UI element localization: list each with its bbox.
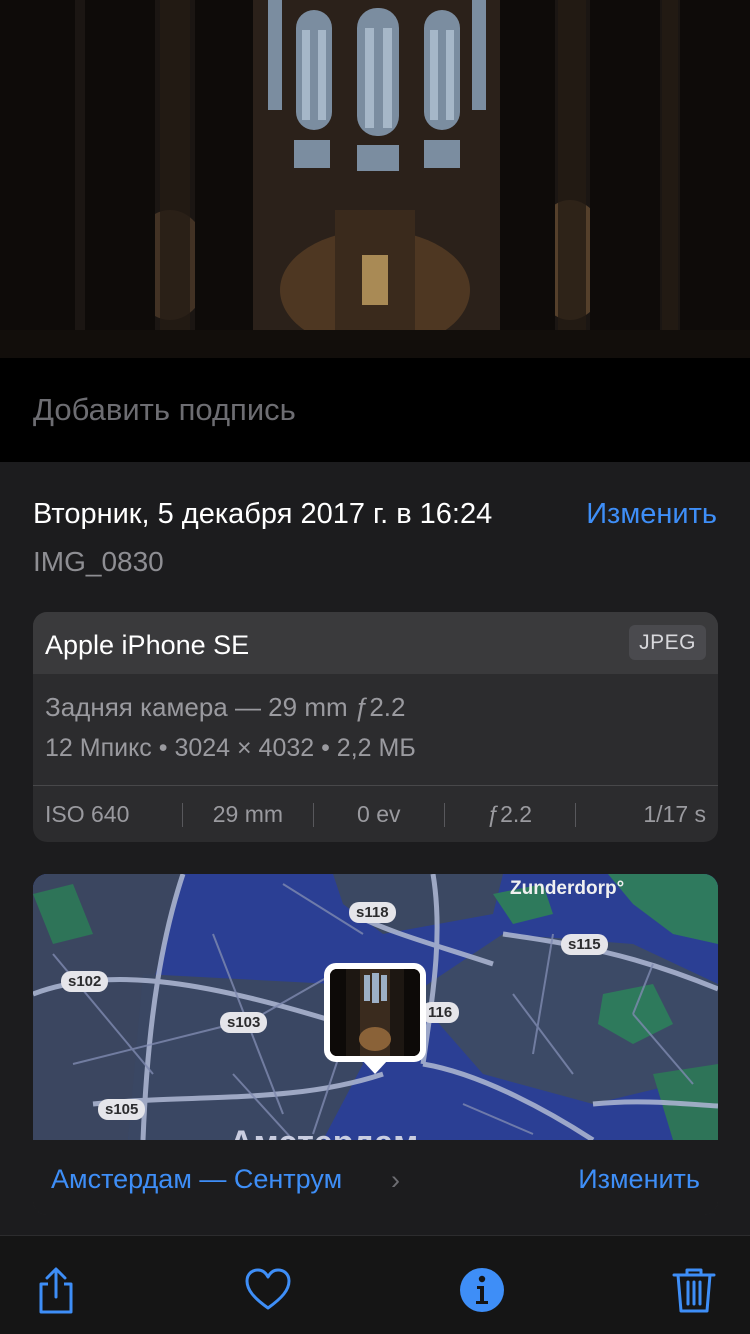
- road-label-116: 116: [421, 1002, 460, 1023]
- device-name: Apple iPhone SE: [45, 630, 250, 660]
- pin-thumbnail: [330, 969, 420, 1056]
- info-icon: [460, 1268, 504, 1312]
- exif-exposure-bias: 0 ev: [313, 801, 444, 828]
- edit-date-button[interactable]: Изменить: [586, 498, 717, 531]
- share-icon: [39, 1267, 73, 1314]
- caption-section: [0, 358, 750, 462]
- bottom-toolbar: [0, 1235, 750, 1334]
- photo-location-pin[interactable]: [324, 963, 426, 1062]
- church-interior-image: [0, 0, 750, 358]
- trash-icon: [672, 1268, 716, 1313]
- file-name: IMG_0830: [33, 546, 164, 577]
- map-view[interactable]: s118 s115 s102 s103 116 s105 Zunderdorp°…: [33, 874, 718, 1140]
- location-row: Амстердам — Сентрум › Изменить: [33, 1140, 718, 1215]
- exif-row: ISO 640 29 mm 0 ev ƒ2.2 1/17 s: [33, 785, 718, 842]
- exif-iso: ISO 640: [45, 800, 130, 827]
- edit-location-button[interactable]: Изменить: [578, 1164, 700, 1195]
- pin-pointer: [362, 1060, 388, 1074]
- road-label-s105: s105: [98, 1099, 146, 1120]
- road-label-s102: s102: [61, 971, 109, 992]
- format-badge: JPEG: [629, 625, 706, 660]
- place-label-zunderdorp: Zunderdorp°: [510, 878, 625, 899]
- location-link[interactable]: Амстердам — Сентрум: [51, 1164, 342, 1195]
- place-label-amsterdam: Амстердам: [229, 1124, 418, 1140]
- chevron-right-icon: ›: [391, 1165, 400, 1195]
- road-label-s115: s115: [561, 934, 608, 955]
- info-button[interactable]: [458, 1266, 506, 1314]
- pin-thumbnail-image: [330, 969, 420, 1056]
- road-label-s118: s118: [349, 902, 396, 923]
- exif-shutter-speed: 1/17 s: [575, 801, 718, 828]
- location-card: s118 s115 s102 s103 116 s105 Zunderdorp°…: [33, 874, 718, 1215]
- delete-button[interactable]: [670, 1266, 718, 1314]
- lens-info: Задняя камера — 29 mm ƒ2.2: [45, 692, 406, 722]
- exif-aperture: ƒ2.2: [444, 801, 575, 828]
- info-sheet: Вторник, 5 декабря 2017 г. в 16:24 Измен…: [0, 462, 750, 1235]
- favorite-button[interactable]: [244, 1266, 292, 1314]
- camera-header: Apple iPhone SE JPEG: [33, 612, 718, 674]
- share-button[interactable]: [32, 1266, 80, 1314]
- road-label-s103: s103: [220, 1012, 268, 1033]
- exif-focal-length: 29 mm: [182, 801, 313, 828]
- camera-info-card: Apple iPhone SE JPEG Задняя камера — 29 …: [33, 612, 718, 842]
- image-specs: 12 Мпикс • 3024 × 4032 • 2,2 МБ: [45, 734, 416, 762]
- photo[interactable]: [0, 0, 750, 358]
- heart-icon: [245, 1268, 291, 1310]
- caption-input[interactable]: [33, 388, 713, 432]
- photo-date: Вторник, 5 декабря 2017 г. в 16:24: [33, 498, 493, 530]
